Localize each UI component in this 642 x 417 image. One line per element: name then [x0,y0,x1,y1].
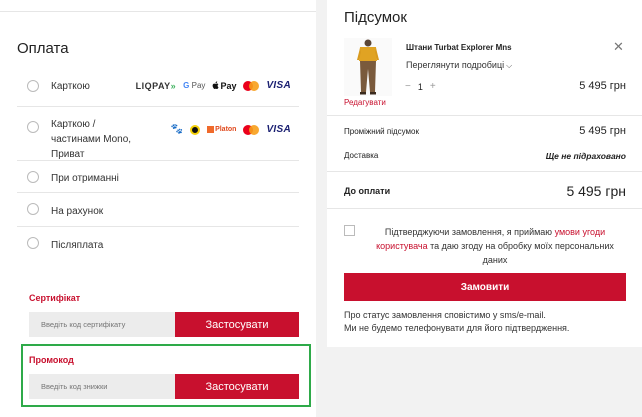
total-label: До оплати [344,186,391,196]
payment-method-label: Післяплата [51,240,104,251]
divider [327,208,642,209]
payment-method-installments[interactable]: Карткою / частинами Mono, Приват 🐾 Plato… [17,107,299,161]
certificate-input[interactable] [29,312,175,337]
apple-pay-logo: Pay [212,81,236,91]
place-order-button[interactable]: Замовити [344,273,626,301]
view-details-link[interactable]: Переглянути подробиці ⌵ [406,60,512,71]
payment-panel: Оплата Карткою LIQPAY» G Pay Pay VISA Ка… [0,0,316,417]
agreement-text-after: та даю згоду на обробку моїх персональни… [427,241,614,265]
notice-line: Ми не будемо телефонувати для його підтв… [344,323,570,333]
radio-installments[interactable] [27,121,39,133]
payment-methods: Карткою LIQPAY» G Pay Pay VISA Карткою /… [17,66,299,261]
line-item-price: 5 495 грн [579,80,626,92]
certificate-label: Сертифікат [29,293,81,303]
pants-product-image [357,39,379,95]
visa-logo: VISA [266,124,291,135]
delivery-value: Ще не підраховано [545,151,626,161]
payment-method-label: Карткою / частинами Mono, Приват [51,119,132,160]
payment-title: Оплата [17,40,69,57]
top-divider [0,0,316,12]
radio-on-delivery[interactable] [27,171,39,183]
chevron-down-icon: ⌵ [506,61,513,70]
product-image[interactable] [344,38,392,96]
payment-method-label: На рахунок [51,206,104,217]
quantity-stepper: − 1 + [405,81,436,92]
subtotal-value: 5 495 грн [579,125,626,137]
promo-label: Промокод [29,355,74,365]
summary-title: Підсумок [344,9,407,26]
view-details-label: Переглянути подробиці [406,60,505,70]
payment-method-label: Карткою [51,81,90,92]
qty-plus-button[interactable]: + [430,81,436,92]
divider [327,171,642,172]
qty-value: 1 [417,81,423,92]
notice-line: Про статус замовлення сповістимо у sms/e… [344,310,546,320]
subtotal-label: Проміжний підсумок [344,127,419,136]
payment-method-cod[interactable]: Післяплата [17,227,299,261]
product-name[interactable]: Штани Turbat Explorer Mns [406,43,512,52]
qty-minus-button[interactable]: − [405,81,411,92]
summary-panel: Підсумок Редагувати Штани Turbat Explore… [327,0,642,347]
agreement-text-before: Підтверджуючи замовлення, я приймаю [384,227,555,237]
payment-method-on-delivery[interactable]: При отриманні [17,161,299,193]
radio-card[interactable] [27,80,39,92]
mastercard-logo [243,80,260,91]
google-pay-logo: G Pay [183,81,206,90]
delivery-label: Доставка [344,151,379,160]
liqpay-logo: LIQPAY» [135,80,177,91]
card-logos: LIQPAY» G Pay Pay VISA [136,80,291,91]
edit-product-link[interactable]: Редагувати [344,98,386,107]
order-notice: Про статус замовлення сповістимо у sms/e… [344,309,569,335]
visa-logo: VISA [266,80,291,91]
mono-logo [190,124,201,135]
payment-method-card[interactable]: Карткою LIQPAY» G Pay Pay VISA [17,66,299,107]
remove-item-close-icon[interactable]: ✕ [613,39,624,55]
mastercard-logo [243,124,260,135]
radio-invoice[interactable] [27,203,39,215]
total-value: 5 495 грн [566,183,626,199]
paw-icon: 🐾 [170,124,184,135]
promo-code-input[interactable] [29,374,175,399]
payment-method-invoice[interactable]: На рахунок [17,193,299,227]
platon-logo: Platon [207,126,237,133]
agreement-checkbox[interactable] [344,225,355,236]
apply-certificate-button[interactable]: Застосувати [175,312,299,337]
radio-cod[interactable] [27,237,39,249]
agreement-text: Підтверджуючи замовлення, я приймаю умов… [365,225,625,267]
divider [327,115,642,116]
payment-method-label: При отриманні [51,173,119,184]
apply-promo-button[interactable]: Застосувати [175,374,299,399]
installment-logos: 🐾 Platon VISA [171,124,291,135]
